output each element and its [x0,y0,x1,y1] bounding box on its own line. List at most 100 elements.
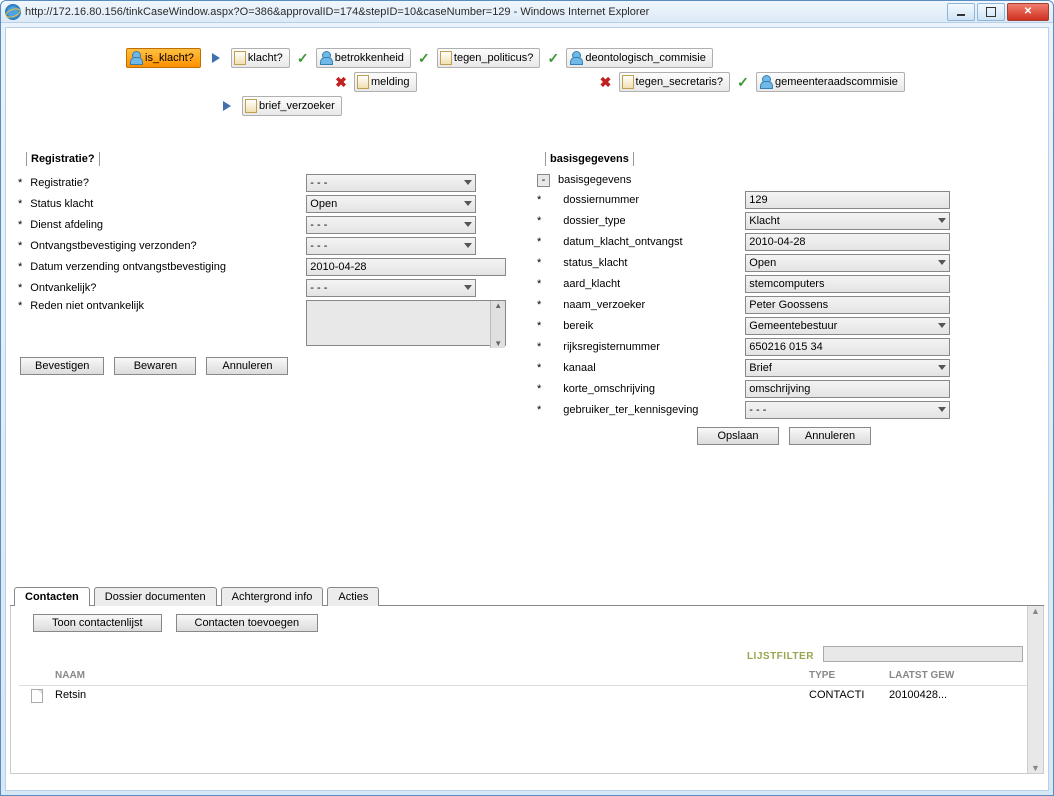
person-icon [759,75,773,89]
close-button[interactable] [1007,3,1049,21]
dienst-select[interactable] [306,216,476,234]
arrow-icon [218,99,236,113]
wf-node-melding[interactable]: melding [354,72,417,92]
person-icon [319,51,333,65]
tab-acties[interactable]: Acties [327,587,379,606]
dossiernummer-label: dossiernummer [545,194,745,206]
status-klacht2-select[interactable] [745,254,950,272]
kanaal-label: kanaal [545,362,745,374]
wf-label: melding [371,76,410,88]
wf-label: klacht? [248,52,283,64]
arrow-icon [207,51,225,65]
datum-klacht-label: datum_klacht_ontvangst [545,236,745,248]
aard-klacht-input[interactable] [745,275,950,293]
reden-textarea[interactable] [306,300,506,346]
wf-node-gemeenteraads[interactable]: gemeenteraadscommisie [756,72,905,92]
ontvankelijk-select[interactable] [306,279,476,297]
registratie-panel: Registratie? *Registratie? *Status klach… [18,150,517,445]
wf-label: deontologisch_commisie [585,52,705,64]
col-naam[interactable]: NAAM [19,670,809,681]
annuleren2-button[interactable]: Annuleren [789,427,871,445]
lijstfilter-input[interactable] [823,646,1023,662]
wf-node-brief-verzoeker[interactable]: brief_verzoeker [242,96,342,116]
grid-header: NAAM TYPE LAATST GEW [19,666,1035,686]
dienst-label: Dienst afdeling [26,219,306,231]
col-laatst[interactable]: LAATST GEW [889,670,989,681]
datum-verzending-input[interactable] [306,258,506,276]
wf-node-is-klacht[interactable]: is_klacht? [126,48,201,68]
col-type[interactable]: TYPE [809,670,889,681]
check-icon [417,51,431,65]
maximize-button[interactable] [977,3,1005,21]
tab-body: Toon contactenlijst Contacten toevoegen … [10,606,1044,774]
doc-icon [622,75,634,89]
title-bar: http://172.16.80.156/tinkCaseWindow.aspx… [1,1,1053,23]
naam-verzoeker-input[interactable] [745,296,950,314]
wf-label: tegen_secretaris? [636,76,723,88]
korte-omschrijving-input[interactable] [745,380,950,398]
gebruiker-select[interactable] [745,401,950,419]
rijksregister-input[interactable] [745,338,950,356]
tab-achtergrond[interactable]: Achtergrond info [221,587,324,606]
aard-klacht-label: aard_klacht [545,278,745,290]
kanaal-select[interactable] [745,359,950,377]
wf-node-tegen-politicus[interactable]: tegen_politicus? [437,48,541,68]
person-icon [569,51,583,65]
dossier-type-select[interactable] [745,212,950,230]
naam-verzoeker-label: naam_verzoeker [545,299,745,311]
wf-label: tegen_politicus? [454,52,534,64]
cross-icon [334,75,348,89]
bereik-label: bereik [545,320,745,332]
datum-klacht-input[interactable] [745,233,950,251]
wf-node-betrokkenheid[interactable]: betrokkenheid [316,48,411,68]
dossiernummer-input[interactable] [745,191,950,209]
status-klacht-select[interactable] [306,195,476,213]
table-row[interactable]: Retsin CONTACTI 20100428... [19,686,1035,709]
reden-label: Reden niet ontvankelijk [26,300,306,312]
wf-node-klacht[interactable]: klacht? [231,48,290,68]
lijstfilter-label: LIJSTFILTER [747,651,814,662]
contacten-toevoegen-button[interactable]: Contacten toevoegen [176,614,319,632]
basisgegevens-panel: basisgegevens -basisgegevens *dossiernum… [537,150,1036,445]
korte-omschrijving-label: korte_omschrijving [545,383,745,395]
toon-contactenlijst-button[interactable]: Toon contactenlijst [33,614,162,632]
check-icon [736,75,750,89]
rijksregister-label: rijksregisternummer [545,341,745,353]
wf-node-tegen-secretaris[interactable]: tegen_secretaris? [619,72,730,92]
wf-node-deontologisch[interactable]: deontologisch_commisie [566,48,712,68]
workflow-diagram: is_klacht? klacht? betrokkenheid tegen_p… [6,28,1048,150]
ontvangst-select[interactable] [306,237,476,255]
row-naam: Retsin [55,689,809,706]
scrollbar[interactable] [490,301,505,348]
doc-icon [234,51,246,65]
check-icon [546,51,560,65]
gebruiker-label: gebruiker_ter_kennisgeving [545,404,745,416]
bereik-select[interactable] [745,317,950,335]
doc-icon [245,99,257,113]
registratie-select[interactable] [306,174,476,192]
dossier-type-label: dossier_type [545,215,745,227]
registratie-title: Registratie? [18,150,517,168]
cross-icon [599,75,613,89]
minimize-button[interactable] [947,3,975,21]
opslaan-button[interactable]: Opslaan [697,427,779,445]
status-klacht2-label: status_klacht [545,257,745,269]
collapse-button[interactable]: - [537,174,550,187]
bewaren-button[interactable]: Bewaren [114,357,196,375]
registratie-label: Registratie? [26,177,306,189]
person-icon [129,51,143,65]
ontvankelijk-label: Ontvankelijk? [26,282,306,294]
tab-contacten[interactable]: Contacten [14,587,90,606]
window-title: http://172.16.80.156/tinkCaseWindow.aspx… [25,6,947,18]
bevestigen-button[interactable]: Bevestigen [20,357,104,375]
row-type: CONTACTI [809,689,889,706]
scrollbar[interactable] [1027,606,1043,773]
annuleren-button[interactable]: Annuleren [206,357,288,375]
ie-icon [5,4,21,20]
wf-label: brief_verzoeker [259,100,335,112]
tab-documenten[interactable]: Dossier documenten [94,587,217,606]
row-date: 20100428... [889,689,989,706]
doc-icon [440,51,452,65]
document-icon [31,689,43,703]
wf-label: gemeenteraadscommisie [775,76,898,88]
